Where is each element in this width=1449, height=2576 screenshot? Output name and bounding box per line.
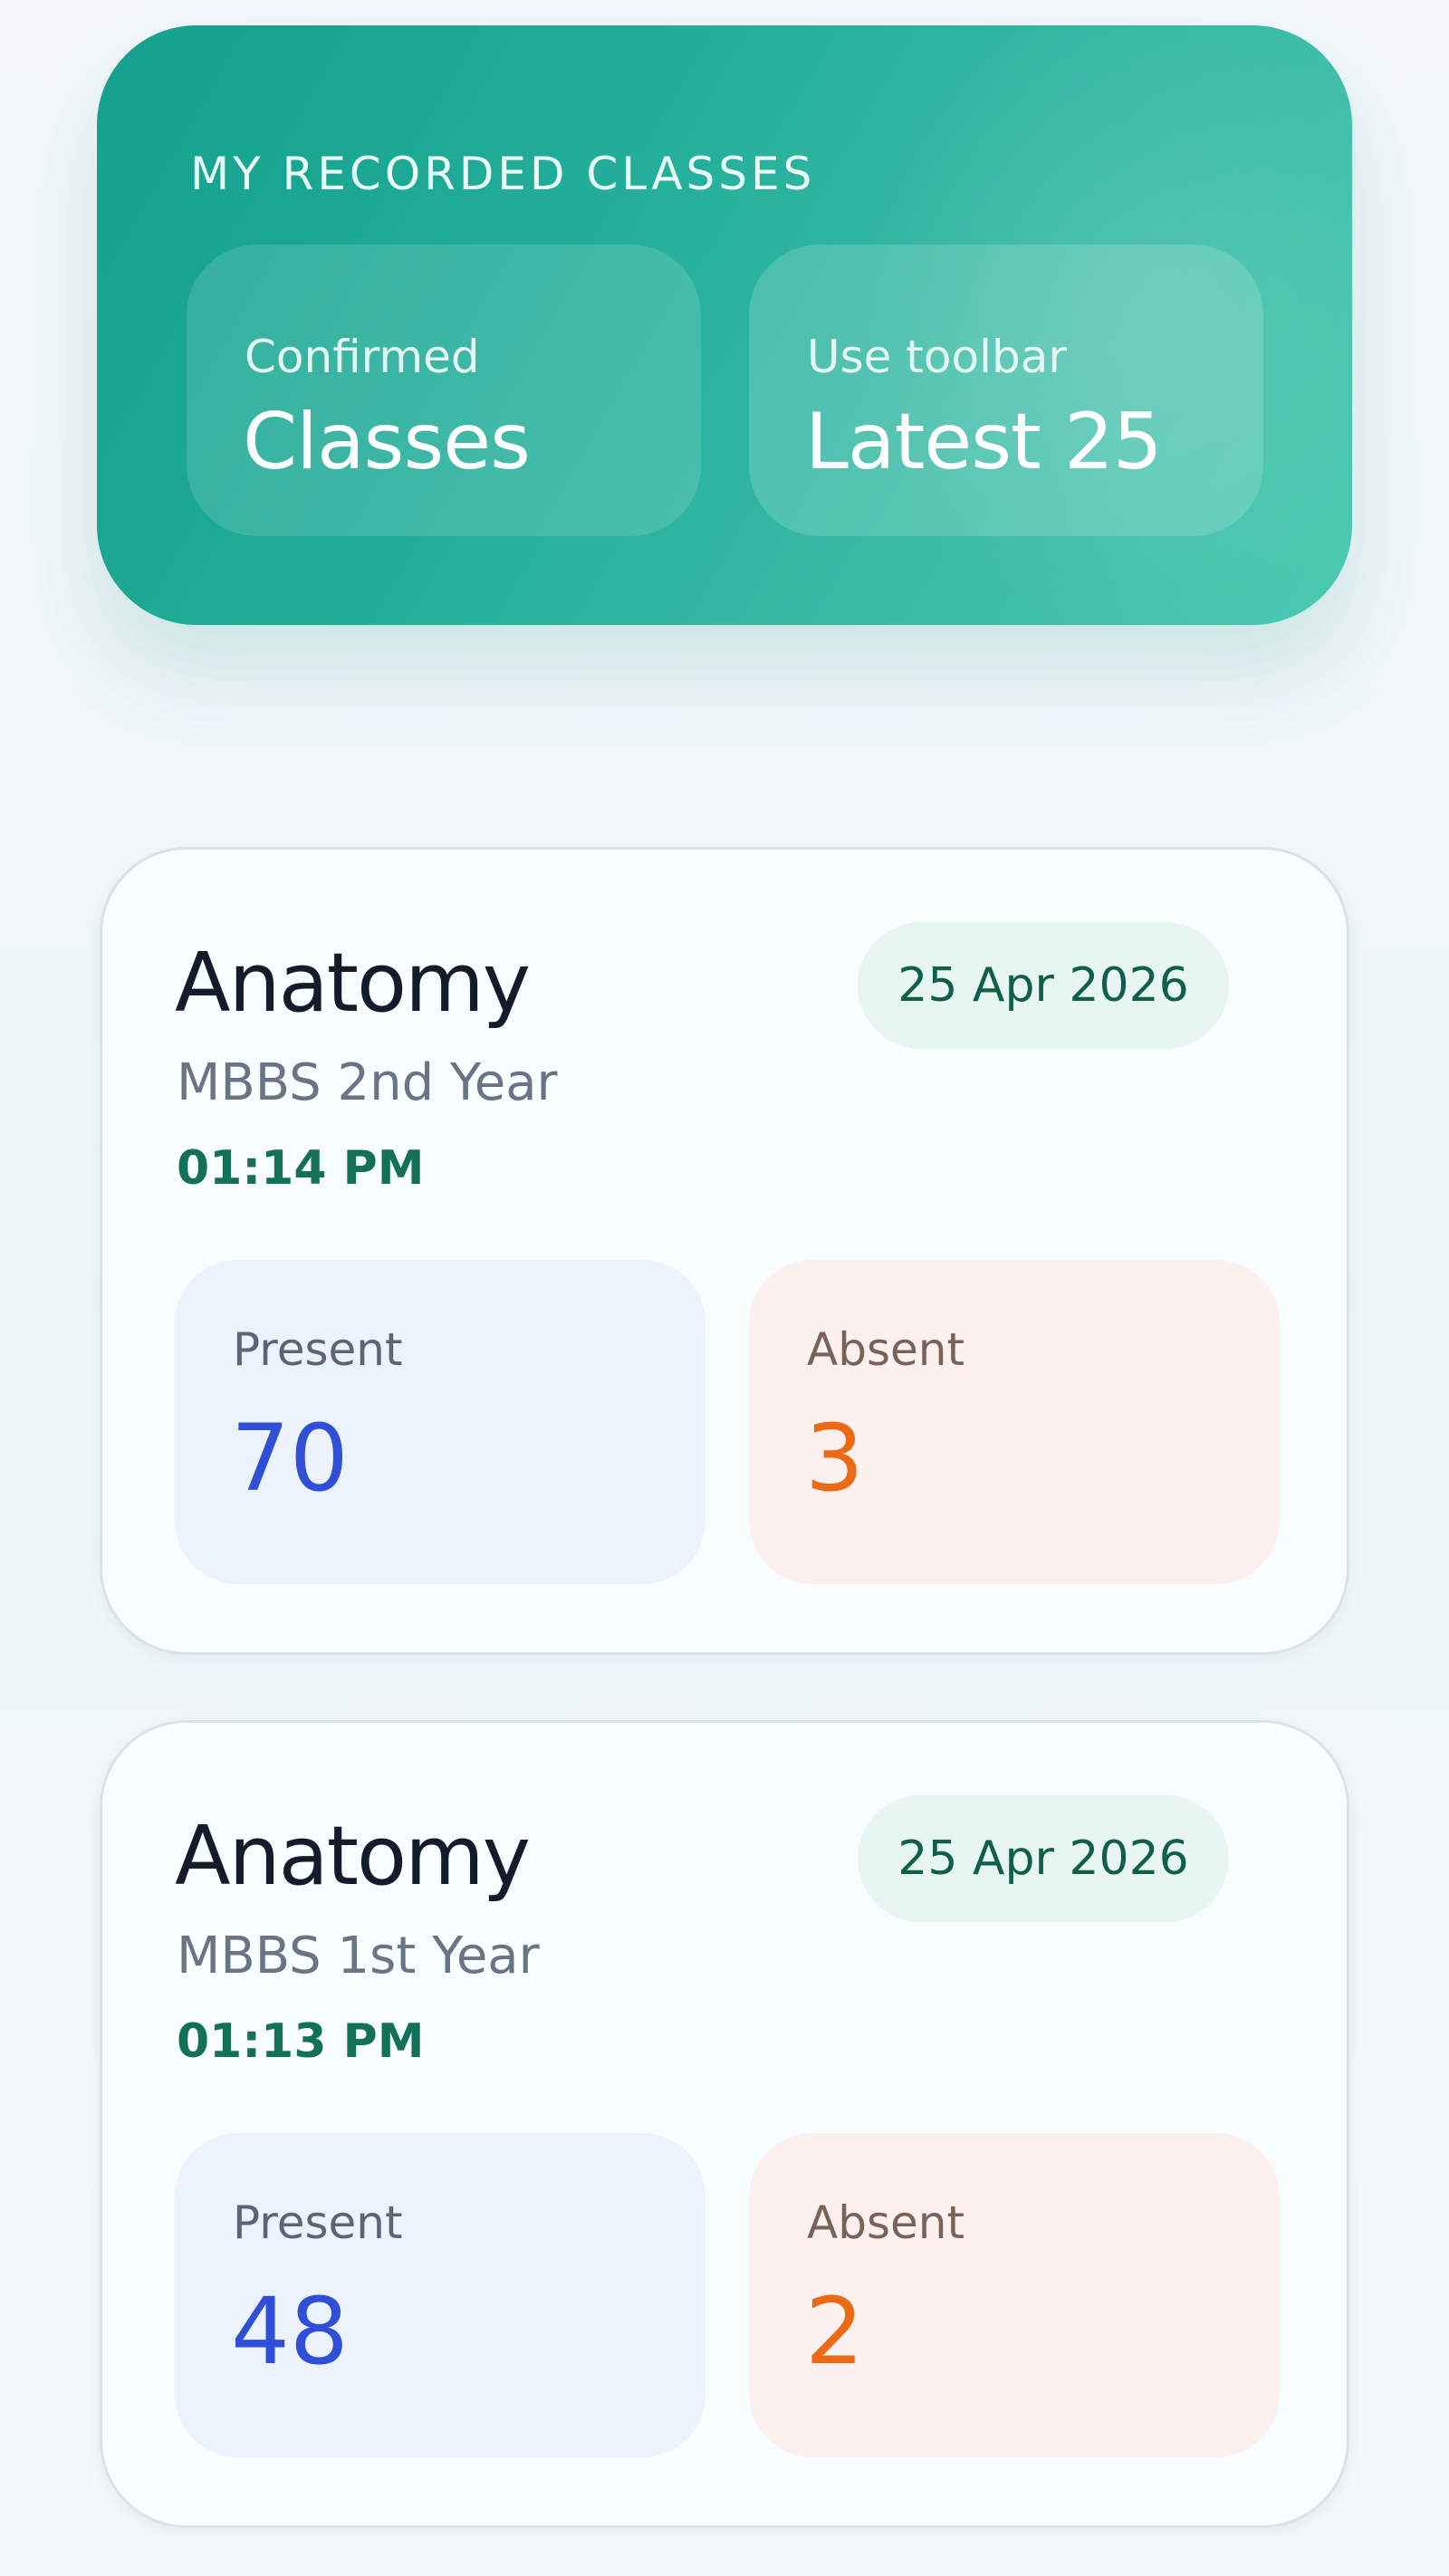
date-badge: 25 Apr 2026 bbox=[858, 922, 1229, 1049]
present-tile: Present 70 bbox=[175, 1260, 705, 1584]
class-course: MBBS 2nd Year bbox=[177, 1053, 558, 1112]
class-course: MBBS 1st Year bbox=[177, 1927, 540, 1985]
present-label: Present bbox=[233, 1323, 403, 1376]
stat-sub-label: Use toolbar bbox=[807, 331, 1067, 383]
date-badge: 25 Apr 2026 bbox=[858, 1795, 1229, 1922]
absent-tile: Absent 3 bbox=[749, 1260, 1280, 1584]
absent-label: Absent bbox=[807, 1323, 965, 1376]
class-card[interactable]: Anatomy 25 Apr 2026 MBBS 2nd Year 01:14 … bbox=[100, 847, 1349, 1655]
present-count: 48 bbox=[231, 2278, 349, 2386]
present-tile: Present 48 bbox=[175, 2133, 705, 2457]
stat-tile-confirmed: Confirmed Classes bbox=[187, 245, 701, 536]
stat-main-value: Latest 25 bbox=[805, 397, 1163, 487]
absent-count: 2 bbox=[805, 2278, 864, 2386]
recorded-classes-header: MY RECORDED CLASSES Confirmed Classes Us… bbox=[97, 25, 1352, 625]
absent-tile: Absent 2 bbox=[749, 2133, 1280, 2457]
stat-tile-latest: Use toolbar Latest 25 bbox=[749, 245, 1263, 536]
class-subject: Anatomy bbox=[175, 1809, 531, 1904]
absent-count: 3 bbox=[805, 1405, 864, 1513]
class-card[interactable]: Anatomy 25 Apr 2026 MBBS 1st Year 01:13 … bbox=[100, 1720, 1349, 2528]
stat-main-value: Classes bbox=[243, 397, 531, 487]
class-time: 01:13 PM bbox=[177, 2014, 425, 2069]
header-title: MY RECORDED CLASSES bbox=[190, 148, 816, 200]
class-time: 01:14 PM bbox=[177, 1141, 425, 1196]
present-count: 70 bbox=[231, 1405, 349, 1513]
stat-sub-label: Confirmed bbox=[245, 331, 480, 383]
class-subject: Anatomy bbox=[175, 936, 531, 1031]
absent-label: Absent bbox=[807, 2196, 965, 2249]
present-label: Present bbox=[233, 2196, 403, 2249]
